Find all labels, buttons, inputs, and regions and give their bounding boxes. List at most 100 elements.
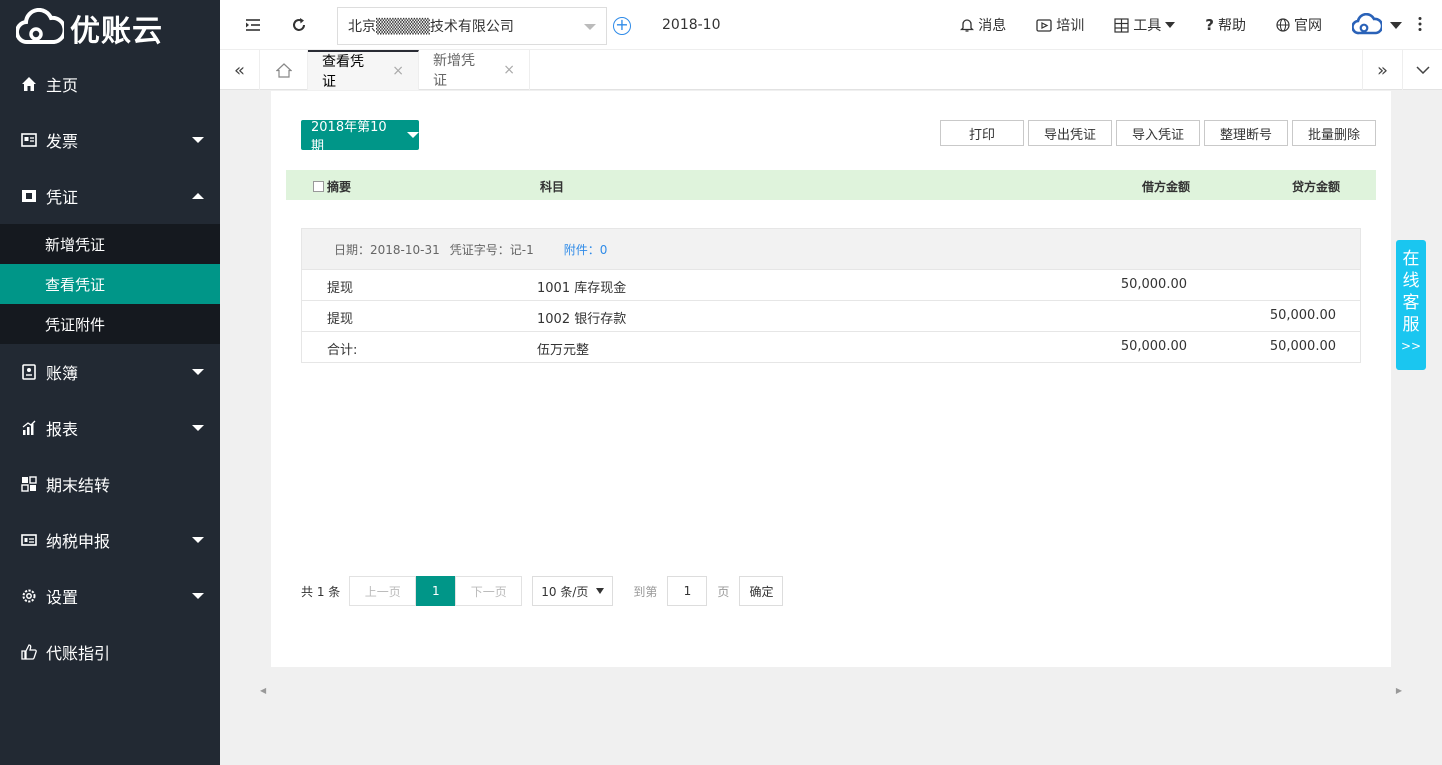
online-service-button[interactable]: 在 线 客 服 >>	[1396, 240, 1426, 370]
message-link[interactable]: 消息	[960, 15, 1006, 35]
home-tab-icon[interactable]	[260, 50, 308, 90]
prev-page-button[interactable]: 上一页	[349, 576, 417, 606]
logo[interactable]: 优账云	[0, 0, 220, 56]
header-summary-label: 摘要	[327, 180, 352, 194]
collapse-menu-icon[interactable]	[242, 14, 264, 36]
row-summary: 提现	[327, 281, 354, 296]
sidebar: 优账云 主页 发票 凭证 新增凭证 查看凭证 凭证附件 账簿 报表 期末结转 纳…	[0, 0, 220, 765]
row-subject: 1002 银行存款	[537, 312, 627, 327]
video-icon	[1036, 18, 1052, 32]
help-link[interactable]: ? 帮助	[1205, 15, 1246, 35]
website-link[interactable]: 官网	[1276, 15, 1322, 35]
sidebar-item-tax[interactable]: 纳税申报	[0, 512, 220, 568]
tools-menu[interactable]: 工具	[1114, 15, 1176, 35]
voucher-number: 凭证字号：记-1	[449, 242, 534, 257]
goto-prefix: 到第	[633, 584, 658, 599]
renumber-button[interactable]: 整理断号	[1204, 120, 1288, 146]
print-button[interactable]: 打印	[940, 120, 1024, 146]
import-voucher-button[interactable]: 导入凭证	[1116, 120, 1200, 146]
service-char: 在	[1402, 249, 1420, 269]
voucher-date: 日期：2018-10-31	[334, 242, 440, 257]
tab-scroll-left-icon[interactable]: «	[220, 50, 260, 90]
row-summary: 提现	[327, 312, 354, 327]
current-period: 2018-10	[662, 17, 721, 33]
report-icon	[20, 419, 38, 437]
voucher-attachment-link[interactable]: 附件：0	[564, 241, 608, 258]
website-label: 官网	[1294, 18, 1322, 34]
add-company-icon[interactable]: +	[613, 17, 631, 35]
carryover-icon	[20, 475, 38, 493]
sidebar-item-label: 代账指引	[46, 644, 111, 663]
help-label: 帮助	[1218, 18, 1246, 34]
batch-delete-button[interactable]: 批量删除	[1292, 120, 1376, 146]
tax-icon	[20, 531, 38, 549]
export-voucher-button[interactable]: 导出凭证	[1028, 120, 1112, 146]
tab-label: 查看凭证	[322, 54, 364, 90]
page-size-select[interactable]: 10 条/页	[532, 576, 614, 606]
goto-confirm-button[interactable]: 确定	[739, 576, 784, 606]
page-1-button[interactable]: 1	[416, 576, 456, 606]
total-count: 共 1 条	[301, 584, 341, 599]
action-buttons: 打印 导出凭证 导入凭证 整理断号 批量删除	[936, 120, 1376, 146]
sidebar-item-home[interactable]: 主页	[0, 56, 220, 112]
top-header: 北京▒▒▒▒▒技术有限公司 + 2018-10 消息 培训 工具 ? 帮助 官网	[220, 0, 1442, 50]
horizontal-scrollbar[interactable]: ◀ ▶	[260, 686, 1402, 696]
training-link[interactable]: 培训	[1036, 15, 1084, 35]
row-summary: 合计:	[327, 343, 358, 358]
scroll-right-arrow-icon[interactable]: ▶	[1396, 686, 1402, 695]
close-icon[interactable]: ×	[392, 63, 404, 79]
question-icon: ?	[1205, 16, 1214, 34]
tab-label: 新增凭证	[433, 53, 475, 89]
goto-suffix: 页	[717, 584, 730, 599]
tab-scroll-right-icon[interactable]: »	[1362, 50, 1402, 90]
tab-view-voucher[interactable]: 查看凭证 ×	[308, 50, 419, 90]
sidebar-item-label: 发票	[46, 132, 79, 151]
voucher-meta: 日期：2018-10-31 凭证字号：记-1 附件：0	[302, 229, 1360, 269]
sidebar-item-settings[interactable]: 设置	[0, 568, 220, 624]
chevron-down-icon	[407, 132, 419, 138]
top-links: 消息 培训 工具 ? 帮助 官网	[960, 0, 1442, 50]
company-select[interactable]: 北京▒▒▒▒▒技术有限公司	[337, 7, 607, 45]
goto-page-input[interactable]: 1	[667, 576, 708, 606]
sidebar-item-label: 主页	[46, 76, 79, 95]
sidebar-item-invoice[interactable]: 发票	[0, 112, 220, 168]
service-char: 线	[1402, 271, 1420, 291]
chevron-down-icon	[584, 24, 596, 30]
row-subject: 伍万元整	[537, 343, 590, 358]
header-summary: 摘要	[313, 178, 351, 195]
tab-new-voucher[interactable]: 新增凭证 ×	[419, 50, 530, 90]
scroll-left-arrow-icon[interactable]: ◀	[260, 686, 266, 695]
chevron-down-icon	[192, 537, 204, 543]
tab-menu-chevron-down-icon[interactable]	[1402, 50, 1442, 90]
row-credit: 50,000.00	[1269, 308, 1336, 323]
sidebar-item-label: 账簿	[46, 364, 79, 383]
sidebar-item-report[interactable]: 报表	[0, 400, 220, 456]
table-row[interactable]: 提现 1001 库存现金 50,000.00	[302, 269, 1360, 300]
row-credit: 50,000.00	[1269, 339, 1336, 354]
chevron-down-icon	[192, 137, 204, 143]
sidebar-item-label: 期末结转	[46, 476, 111, 495]
home-icon	[20, 75, 38, 93]
ledger-icon	[20, 363, 38, 381]
sidebar-item-view-voucher[interactable]: 查看凭证	[0, 264, 220, 304]
period-select-button[interactable]: 2018年第10期	[301, 120, 419, 154]
main-content: 2018年第10期 打印 导出凭证 导入凭证 整理断号 批量删除 摘要 科目 借…	[271, 91, 1391, 667]
chevron-down-icon	[1390, 21, 1402, 29]
sidebar-item-carryover[interactable]: 期末结转	[0, 456, 220, 512]
select-all-checkbox[interactable]	[313, 181, 324, 192]
sidebar-item-guide[interactable]: 代账指引	[0, 624, 220, 680]
close-icon[interactable]: ×	[503, 62, 515, 78]
next-page-button[interactable]: 下一页	[455, 576, 523, 606]
refresh-icon[interactable]	[288, 14, 310, 36]
sidebar-item-label: 凭证	[46, 188, 79, 207]
table-row[interactable]: 提现 1002 银行存款 50,000.00	[302, 300, 1360, 331]
sidebar-item-voucher[interactable]: 凭证	[0, 168, 220, 224]
sidebar-item-voucher-attachment[interactable]: 凭证附件	[0, 304, 220, 344]
sidebar-item-new-voucher[interactable]: 新增凭证	[0, 224, 220, 264]
more-vertical-icon[interactable]	[1418, 16, 1422, 32]
sidebar-item-ledger[interactable]: 账簿	[0, 344, 220, 400]
user-menu[interactable]	[1352, 13, 1402, 37]
message-label: 消息	[978, 18, 1007, 34]
row-debit: 50,000.00	[1120, 339, 1187, 354]
tools-label: 工具	[1133, 18, 1162, 34]
